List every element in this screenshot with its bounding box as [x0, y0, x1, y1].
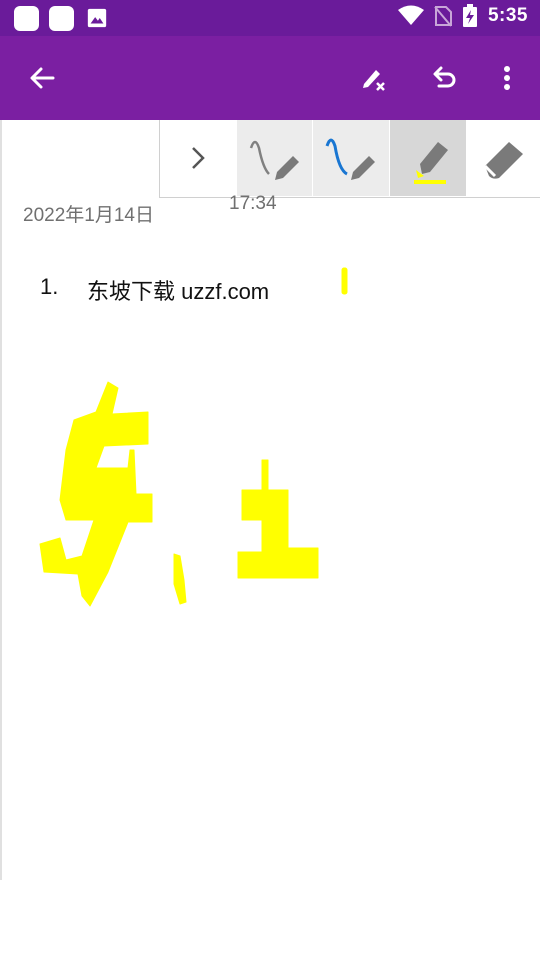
ink-stroke-char1	[39, 381, 153, 607]
more-vert-icon	[504, 66, 510, 90]
status-bar: 5:35	[0, 0, 540, 36]
undo-icon	[433, 66, 456, 88]
ink-stroke-char2	[237, 459, 319, 579]
ink-drawing[interactable]	[0, 260, 540, 620]
clear-ink-button[interactable]	[352, 58, 392, 98]
more-button[interactable]	[487, 58, 527, 98]
notification-square-icon	[49, 6, 74, 31]
ink-toolbar	[159, 120, 540, 198]
pen-gray-icon	[249, 140, 299, 180]
app-bar	[0, 36, 540, 120]
pen-gray-tool[interactable]	[237, 120, 312, 196]
wifi-icon	[397, 5, 424, 25]
note-time: 17:34	[229, 193, 277, 214]
battery-charging-icon	[462, 4, 477, 27]
highlighter-yellow-tool[interactable]	[390, 120, 466, 196]
undo-button[interactable]	[424, 58, 464, 98]
note-date: 2022年1月14日	[23, 205, 154, 226]
ink-stroke-caret	[341, 267, 348, 295]
expand-chevron-icon	[192, 147, 205, 169]
highlighter-yellow-icon	[414, 142, 448, 184]
status-right-icons: 5:35	[397, 4, 528, 28]
no-sim-icon	[434, 6, 452, 27]
eraser-tool[interactable]	[467, 120, 540, 196]
status-left-icons	[14, 6, 108, 31]
notification-square-icon	[14, 6, 39, 31]
ink-stroke-dot	[173, 553, 187, 605]
status-time: 5:35	[487, 5, 528, 26]
pen-blue-icon	[325, 138, 375, 180]
eraser-icon	[483, 142, 523, 179]
back-button[interactable]	[22, 58, 62, 98]
expand-toolbar-button[interactable]	[160, 120, 236, 196]
pen-clear-icon	[363, 70, 385, 91]
pen-blue-tool[interactable]	[313, 120, 389, 196]
arrow-back-icon	[30, 67, 55, 89]
image-icon	[87, 8, 107, 28]
